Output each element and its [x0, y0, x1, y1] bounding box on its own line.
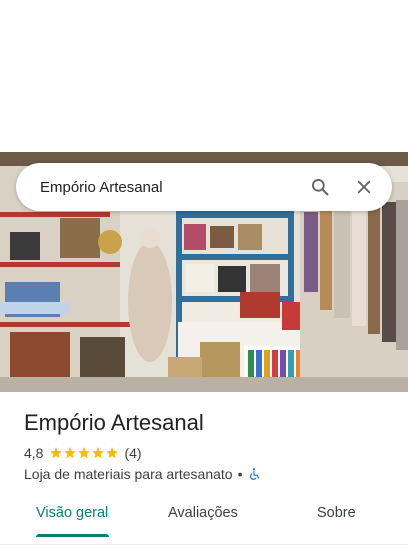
star-icon — [50, 447, 63, 459]
star-icon — [106, 447, 119, 459]
rating-value: 4,8 — [24, 445, 44, 461]
rating-row[interactable]: 4,8 (4) — [24, 445, 142, 461]
tab-overview[interactable]: Visão geral — [36, 505, 108, 521]
place-title: Empório Artesanal — [24, 410, 204, 435]
search-input[interactable]: Empório Artesanal — [40, 179, 302, 196]
close-icon[interactable] — [346, 169, 382, 205]
tab-reviews[interactable]: Avaliações — [168, 505, 238, 521]
tab-bar: Visão geral Avaliações Sobre — [0, 493, 408, 545]
separator-dot: • — [237, 466, 243, 482]
category-row: Loja de materiais para artesanato • — [24, 466, 261, 482]
review-count[interactable]: (4) — [124, 445, 141, 461]
star-icon — [64, 447, 77, 459]
star-icon — [92, 447, 105, 459]
category-label[interactable]: Loja de materiais para artesanato — [24, 466, 233, 482]
search-icon[interactable] — [302, 169, 338, 205]
search-box[interactable]: Empório Artesanal — [16, 163, 392, 211]
wheelchair-icon — [250, 468, 260, 480]
stars — [49, 446, 119, 460]
active-tab-indicator — [36, 534, 109, 537]
blank-header-area — [0, 0, 408, 152]
tab-about[interactable]: Sobre — [317, 505, 356, 521]
star-icon — [78, 447, 91, 459]
